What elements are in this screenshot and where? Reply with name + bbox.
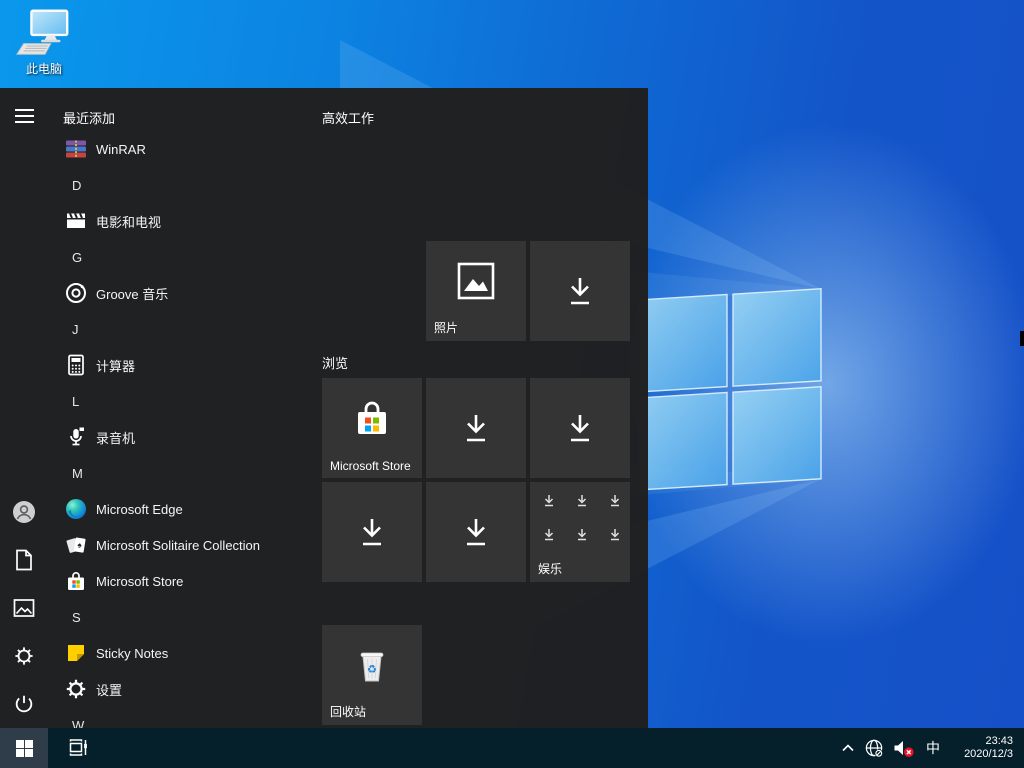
group-header-browse[interactable]: 浏览 [322, 353, 348, 372]
tile-pending-download-1[interactable] [530, 241, 630, 341]
speaker-muted-icon [892, 738, 915, 759]
app-sticky-notes[interactable]: Sticky Notes [48, 635, 310, 671]
clock-date: 2020/12/3 [951, 748, 1013, 761]
tile-photos[interactable]: 照片 [426, 241, 526, 341]
computer-monitor-icon [15, 8, 73, 58]
user-account-button[interactable] [0, 492, 48, 532]
group-header-productivity[interactable]: 高效工作 [322, 108, 374, 127]
app-movies-tv[interactable]: 电影和电视 [48, 203, 310, 239]
download-arrow-icon [458, 514, 494, 550]
tile-pending-download-5[interactable] [426, 482, 526, 582]
system-tray: 中 23:43 2020/12/3 [839, 728, 1024, 768]
windows-logo [640, 289, 821, 490]
windows-logo-icon [16, 740, 33, 757]
hamburger-icon [15, 108, 34, 124]
photos-icon [454, 259, 498, 303]
tile-microsoft-store[interactable]: Microsoft Store [322, 378, 422, 478]
edge-icon [64, 497, 88, 521]
recycle-bin-icon: ♻ [350, 643, 394, 687]
recently-added-header: 最近添加 [63, 108, 115, 127]
tile-recycle-bin[interactable]: ♻ 回收站 [322, 625, 422, 725]
user-avatar-icon [12, 500, 36, 524]
download-arrow-icon [562, 410, 598, 446]
settings-gear-icon [64, 677, 88, 701]
app-voice-recorder[interactable]: 录音机 [48, 419, 310, 455]
start-menu: 最近添加 WinRAR D 电影和电视 [0, 88, 648, 728]
tile-pending-download-2[interactable] [426, 378, 526, 478]
task-view-button[interactable] [56, 728, 100, 768]
winrar-icon [64, 137, 88, 161]
screen-edge-artifact [1020, 331, 1024, 346]
start-button[interactable] [0, 728, 48, 768]
app-groove-music[interactable]: Groove 音乐 [48, 275, 310, 311]
app-microsoft-store[interactable]: Microsoft Store [48, 563, 310, 599]
section-letter-d[interactable]: D [48, 167, 310, 203]
section-letter-w[interactable]: W [48, 707, 310, 728]
svg-text:♻: ♻ [367, 664, 377, 676]
taskbar: 中 23:43 2020/12/3 [0, 728, 1024, 768]
power-button[interactable] [0, 684, 48, 724]
app-microsoft-edge[interactable]: Microsoft Edge [48, 491, 310, 527]
voice-recorder-icon [64, 425, 88, 449]
store-bag-icon [350, 396, 394, 440]
app-settings[interactable]: 设置 [48, 671, 310, 707]
app-solitaire-collection[interactable]: ♠ Microsoft Solitaire Collection [48, 527, 310, 563]
section-letter-s[interactable]: S [48, 599, 310, 635]
section-letter-l[interactable]: L [48, 383, 310, 419]
movies-tv-icon [64, 209, 88, 233]
pictures-icon [13, 598, 35, 618]
tiles-pane: 高效工作 照片 浏览 [322, 88, 648, 728]
solitaire-icon: ♠ [64, 533, 88, 557]
this-pc-label: 此电脑 [26, 60, 62, 77]
hidden-icons-chevron[interactable] [839, 728, 857, 768]
clock-time: 23:43 [951, 735, 1013, 748]
volume-status[interactable] [892, 728, 915, 768]
network-status[interactable] [864, 728, 885, 768]
document-icon [14, 549, 34, 571]
download-arrow-icon [562, 273, 598, 309]
menu-expand-button[interactable] [0, 96, 48, 136]
download-arrow-icon [354, 514, 390, 550]
sticky-notes-icon [64, 641, 88, 665]
section-letter-j[interactable]: J [48, 311, 310, 347]
chevron-up-icon [839, 739, 857, 757]
taskbar-clock[interactable]: 23:43 2020/12/3 [951, 735, 1013, 761]
section-letter-m[interactable]: M [48, 455, 310, 491]
gear-icon [13, 645, 35, 667]
tile-pending-download-3[interactable] [530, 378, 630, 478]
settings-rail-button[interactable] [0, 636, 48, 676]
calculator-icon [64, 353, 88, 377]
documents-button[interactable] [0, 540, 48, 580]
groove-music-icon [64, 281, 88, 305]
store-icon [64, 569, 88, 593]
task-view-icon [66, 736, 90, 760]
download-arrow-icon [458, 410, 494, 446]
app-list: WinRAR D 电影和电视 G [48, 131, 310, 728]
globe-no-internet-icon [864, 738, 885, 759]
tile-pending-download-4[interactable] [322, 482, 422, 582]
power-icon [13, 693, 35, 715]
ime-indicator[interactable]: 中 [922, 738, 944, 758]
tile-folder-entertainment[interactable]: 娱乐 [530, 482, 630, 582]
app-calculator[interactable]: 计算器 [48, 347, 310, 383]
this-pc-desktop-icon[interactable]: 此电脑 [8, 8, 80, 77]
section-letter-g[interactable]: G [48, 239, 310, 275]
pictures-button[interactable] [0, 588, 48, 628]
app-winrar[interactable]: WinRAR [48, 131, 310, 167]
